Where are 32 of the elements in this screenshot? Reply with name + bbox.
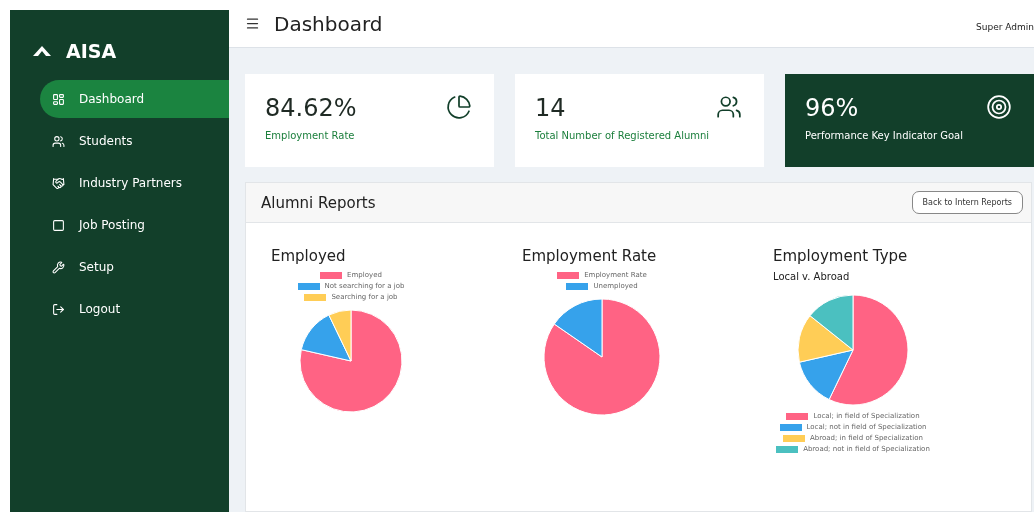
sidebar-item[interactable]: Industry Partners bbox=[40, 164, 229, 202]
panel-title: Alumni Reports bbox=[261, 193, 376, 212]
stat-label: Employment Rate bbox=[265, 130, 356, 141]
user-name[interactable]: Super Admin bbox=[976, 22, 1034, 32]
sidebar-item[interactable]: Dashboard bbox=[40, 80, 229, 118]
chart-title: Employment Rate bbox=[522, 247, 658, 265]
wrench-icon bbox=[52, 260, 65, 274]
stat-value: 96% bbox=[805, 94, 860, 122]
chart-title: Employment Type bbox=[773, 247, 909, 265]
sidebar-item[interactable]: Students bbox=[40, 122, 229, 160]
logo-icon bbox=[32, 44, 52, 58]
pie-chart-icon bbox=[446, 94, 472, 120]
page-title: Dashboard bbox=[274, 11, 384, 36]
stat-value: 14 bbox=[535, 94, 567, 122]
dashboard-icon bbox=[52, 92, 65, 106]
sidebar-item[interactable]: Job Posting bbox=[40, 206, 229, 244]
people-icon bbox=[52, 134, 65, 148]
chart-title: Employed bbox=[271, 247, 347, 265]
logout-icon bbox=[52, 302, 65, 316]
sidebar-item[interactable]: Setup bbox=[40, 248, 229, 286]
people-icon bbox=[716, 94, 742, 120]
menu-icon[interactable] bbox=[245, 16, 260, 31]
chart-subtitle: Local v. Abroad bbox=[773, 271, 851, 282]
brand-name: AISA bbox=[66, 40, 117, 62]
stat-label: Performance Key Indicator Goal bbox=[805, 130, 963, 141]
square-icon bbox=[52, 218, 65, 232]
back-button[interactable]: Back to Intern Reports bbox=[911, 191, 1023, 214]
sidebar-item[interactable]: Logout bbox=[40, 290, 229, 328]
handshake-icon bbox=[52, 176, 65, 190]
target-icon bbox=[986, 94, 1012, 120]
stat-value: 84.62% bbox=[265, 94, 357, 122]
stat-label: Total Number of Registered Alumni bbox=[535, 130, 710, 141]
